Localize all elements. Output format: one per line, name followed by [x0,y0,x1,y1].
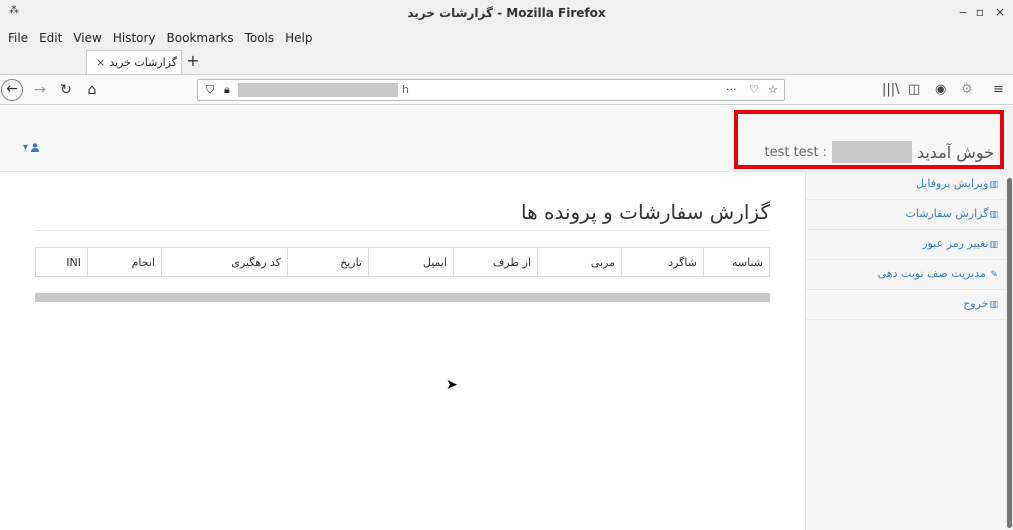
sidebar-item-label: گزارش سفارشات [905,207,989,220]
column-header-email[interactable]: ایمیل [368,248,453,276]
sidebar-item-queue-management[interactable]: ✎ مدیریت صف نوبت دهی [806,260,1006,290]
column-header-date[interactable]: تاریخ [287,248,368,276]
chart-icon: ▥ [989,210,998,220]
navigation-toolbar: ← → ↻ ⌂ ⛉ 🔒︎ h ··· ♡ ☆ |||\ ◫ ◉ ⚙ ≡ [0,75,1013,105]
minimize-button[interactable]: ‒ [955,5,971,19]
chart-icon: ▥ [989,180,998,190]
sidebar-item-edit-profile[interactable]: ▥ویرایش پروفایل [806,172,1006,200]
reload-button[interactable]: ↻ [55,79,77,101]
menu-history[interactable]: History [109,28,161,48]
site-header: ▾ خوش آمدید : test test [0,106,1006,172]
shield-icon[interactable]: ⛉ [206,83,214,97]
bookmark-star-icon[interactable]: ☆ [768,83,778,96]
lock-icon[interactable]: 🔒︎ [224,83,230,97]
app-menu-icon[interactable]: ≡ [993,79,1004,101]
forward-button[interactable]: → [29,79,51,101]
close-window-button[interactable]: × [992,5,1008,19]
extension-icon[interactable]: ⚙ [961,79,973,101]
column-header-id[interactable]: شناسه [703,248,769,276]
menu-bar: File Edit View History Bookmarks Tools H… [0,28,1013,48]
maximize-button[interactable]: ▫ [972,5,988,19]
caret-down-icon: ▾ [23,142,29,153]
home-button[interactable]: ⌂ [81,79,103,101]
sidebar-item-label: خروج [963,297,989,310]
tab-bar: × گزارشات خرید + [0,48,1013,75]
url-text: h [402,83,409,96]
column-header-done[interactable]: انجام [87,248,161,276]
highlight-annotation [734,110,1004,169]
sidebar-item-change-password[interactable]: ▥تغییر رمز عبور [806,230,1006,260]
sidebar-toggle-icon[interactable]: ◫ [908,79,920,101]
column-header-from[interactable]: از طرف [453,248,537,276]
close-tab-icon[interactable]: × [96,56,105,74]
user-dropdown[interactable]: ▾ [23,142,40,153]
column-header-student[interactable]: شاگرد [621,248,703,276]
title-divider [35,230,770,231]
sidebar-item-label: تغییر رمز عبور [922,237,989,250]
sidebar-item-orders-report[interactable]: ▥گزارش سفارشات [806,200,1006,230]
scrollbar-thumb[interactable] [1007,178,1012,528]
page-actions-icon[interactable]: ··· [726,83,737,96]
sidebar-menu: ▥ویرایش پروفایل ▥گزارش سفارشات ▥تغییر رم… [805,172,1006,530]
menu-bookmarks[interactable]: Bookmarks [163,28,239,48]
column-header-coach[interactable]: مربی [537,248,621,276]
window-title: گزارشات خرید - Mozilla Firefox [407,6,606,20]
sidebar-item-label: مدیریت صف نوبت دهی [877,267,986,280]
menu-file[interactable]: File [4,28,33,48]
url-redaction [238,83,398,97]
edit-icon: ✎ [990,270,998,280]
user-icon [31,143,40,152]
mouse-pointer-icon: ➤ [446,377,458,393]
url-bar[interactable]: ⛉ 🔒︎ h ··· ♡ ☆ [197,79,785,101]
tab-orders-report[interactable]: × گزارشات خرید [86,50,182,74]
tab-label: گزارشات خرید [109,56,177,69]
pocket-icon[interactable]: ♡ [749,83,759,96]
back-button[interactable]: ← [1,79,23,101]
table-horizontal-scrollbar[interactable] [35,293,770,302]
library-icon[interactable]: |||\ [882,79,900,101]
account-icon[interactable]: ◉ [935,79,946,101]
orders-table-header: شناسه شاگرد مربی از طرف ایمیل تاریخ کد ر… [35,247,770,277]
menu-help[interactable]: Help [281,28,317,48]
menu-tools[interactable]: Tools [241,28,280,48]
sidebar-item-label: ویرایش پروفایل [915,177,989,190]
chart-icon: ▥ [989,300,998,310]
menu-edit[interactable]: Edit [35,28,67,48]
menu-view[interactable]: View [69,28,106,48]
web-page: ▾ خوش آمدید : test test ▥ویرایش پروفایل … [0,106,1006,530]
new-tab-button[interactable]: + [183,53,203,69]
column-header-ini[interactable]: INI [36,248,87,276]
page-title: گزارش سفارشات و پرونده ها [520,200,770,224]
window-title-bar: ⁂ گزارشات خرید - Mozilla Firefox ‒ ▫ × [0,0,1013,28]
column-header-tracking-code[interactable]: کد رهگیری [161,248,287,276]
page-vertical-scrollbar[interactable] [1006,106,1013,530]
chart-icon: ▥ [989,240,998,250]
sidebar-item-logout[interactable]: ▥خروج [806,290,1006,320]
